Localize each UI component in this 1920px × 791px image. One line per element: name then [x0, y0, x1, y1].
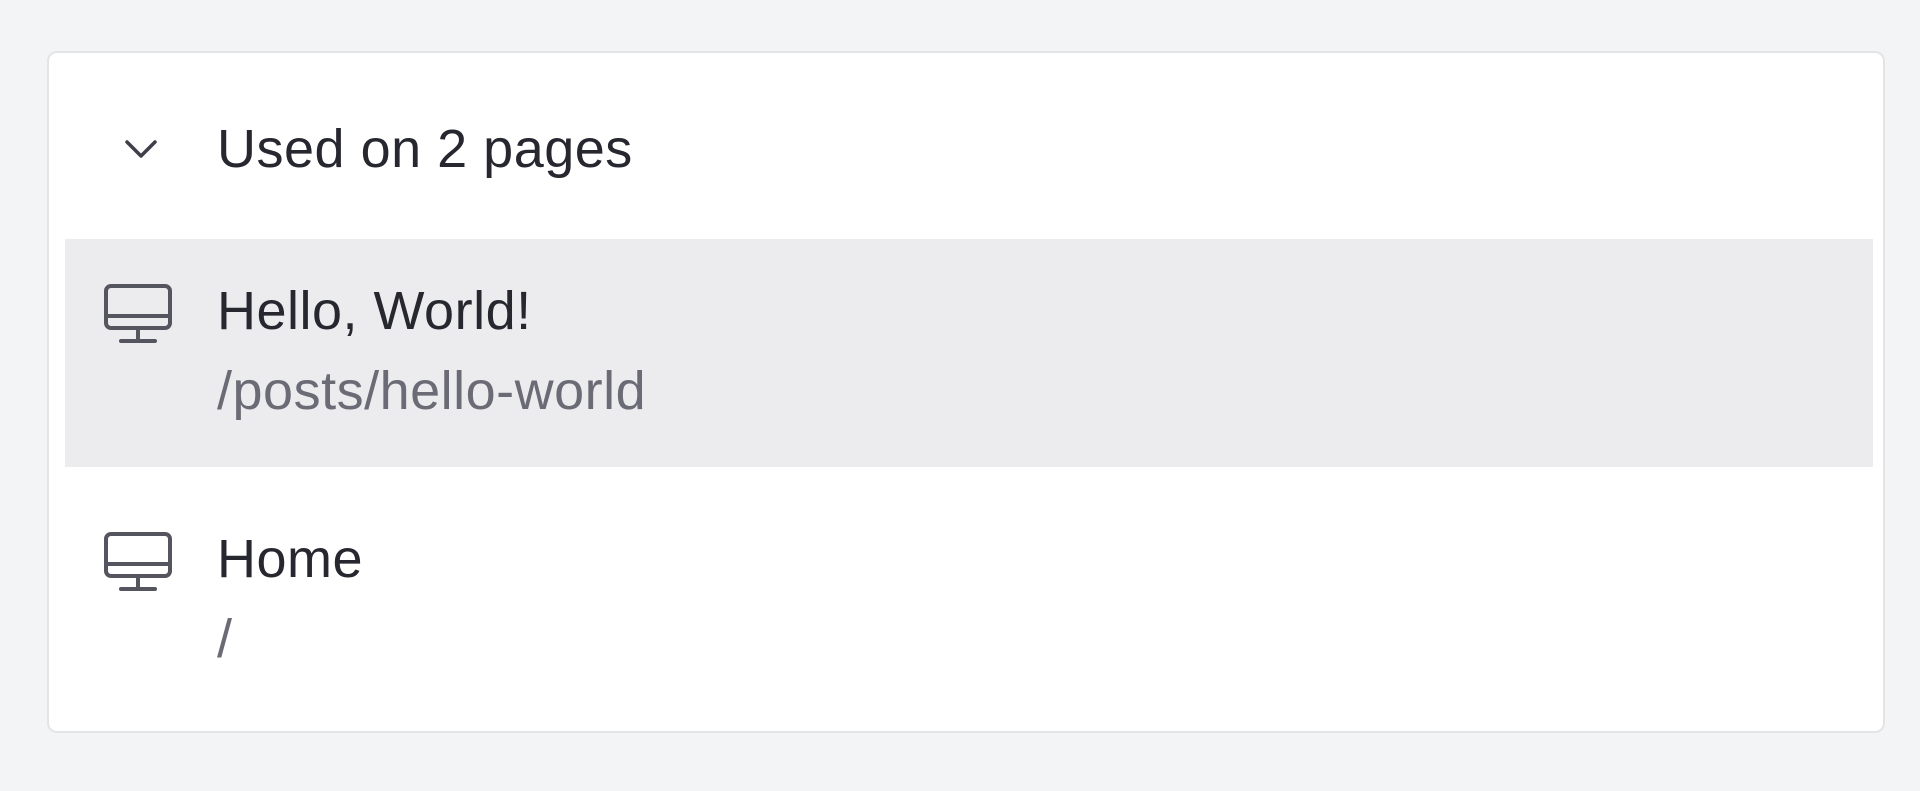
chevron-down-icon	[125, 140, 157, 158]
used-on-pages-toggle[interactable]: Used on 2 pages	[49, 53, 1883, 237]
page-item-home[interactable]: Home /	[65, 487, 1873, 715]
page-title: Home	[217, 529, 364, 589]
monitor-icon	[104, 284, 172, 343]
page-title: Hello, World!	[217, 281, 532, 341]
used-on-pages-label: Used on 2 pages	[217, 119, 633, 179]
monitor-icon	[104, 532, 172, 591]
page-path: /posts/hello-world	[217, 361, 647, 421]
used-on-pages-panel: Used on 2 pages Hello, World! /posts/hel…	[47, 51, 1885, 733]
page-item-hello-world[interactable]: Hello, World! /posts/hello-world	[65, 239, 1873, 467]
page-path: /	[217, 609, 233, 669]
